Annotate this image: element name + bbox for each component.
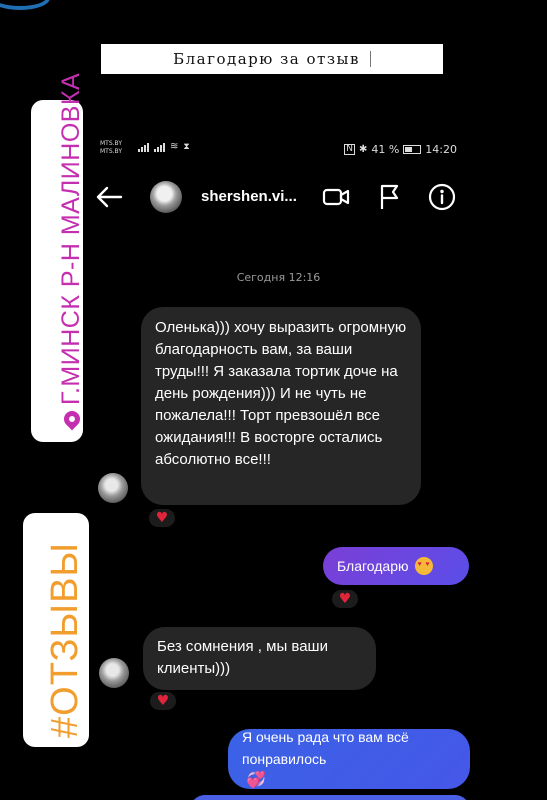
wifi-icon: ≋ bbox=[170, 141, 179, 152]
nfc-icon: N bbox=[344, 144, 355, 155]
story-title-banner: Благодарю за отзыв bbox=[101, 44, 443, 74]
flag-icon[interactable] bbox=[374, 182, 404, 212]
location-text: Г.МИНСК Р-Н МАЛИНОВКА bbox=[57, 72, 85, 405]
contact-username[interactable]: shershen.vi... bbox=[201, 188, 297, 205]
incoming-message[interactable]: Оленька))) хочу выразить огромную благод… bbox=[141, 307, 421, 505]
status-bar: MTS.BY MTS.BY ≋ ⧗ N ✱ 41 % 14:20 bbox=[100, 138, 465, 162]
incoming-message[interactable]: Без сомнения , мы ваши клиенты))) bbox=[143, 627, 376, 690]
contact-avatar[interactable] bbox=[150, 181, 182, 213]
status-right: N ✱ 41 % 14:20 bbox=[344, 143, 457, 156]
chat-header: shershen.vi... bbox=[90, 175, 470, 221]
heart-reaction-icon[interactable]: ♥ bbox=[147, 507, 177, 529]
carrier-1: MTS.BY bbox=[100, 140, 123, 147]
heart-reaction-icon[interactable]: ♥ bbox=[330, 588, 360, 610]
hourglass-icon: ⧗ bbox=[183, 142, 190, 152]
heart-reaction-icon[interactable]: ♥ bbox=[148, 690, 178, 712]
clock: 14:20 bbox=[425, 143, 457, 156]
bluetooth-icon: ✱ bbox=[358, 144, 368, 155]
contact-avatar-small[interactable] bbox=[98, 473, 128, 503]
heart-emoji-icon: 💞 bbox=[246, 772, 266, 789]
outgoing-message-text: Благодарю bbox=[337, 558, 409, 574]
outgoing-message[interactable]: Я очень рада что вам всё понравилось 💞 bbox=[228, 729, 470, 789]
location-sticker-label: Г.МИНСК Р-Н МАЛИНОВКА bbox=[57, 72, 86, 431]
location-pin-icon bbox=[60, 407, 83, 431]
video-call-icon[interactable] bbox=[321, 182, 351, 212]
battery-icon bbox=[403, 145, 422, 154]
hashtag-text: #ОТЗЫВЫ bbox=[44, 541, 86, 738]
carrier-2: MTS.BY bbox=[100, 148, 123, 155]
message-date: Сегодня 12:16 bbox=[236, 271, 321, 284]
signal-icons: ≋ ⧗ bbox=[138, 142, 190, 152]
battery-percent: 41 % bbox=[371, 143, 400, 156]
outgoing-message[interactable]: Благодарю bbox=[323, 547, 469, 585]
back-arrow-icon[interactable] bbox=[94, 183, 124, 211]
smiling-face-with-hearts-icon bbox=[414, 557, 433, 575]
top-arc-decoration bbox=[0, 0, 50, 10]
text-cursor bbox=[369, 51, 371, 67]
contact-avatar-small[interactable] bbox=[99, 658, 129, 688]
carrier-labels: MTS.BY MTS.BY bbox=[100, 140, 122, 156]
signal-icon bbox=[154, 143, 165, 152]
story-title-text: Благодарю за отзыв bbox=[173, 50, 360, 68]
outgoing-message-partial[interactable] bbox=[190, 795, 470, 800]
info-icon[interactable] bbox=[427, 182, 457, 212]
signal-icon bbox=[138, 143, 149, 152]
outgoing-message-text: Я очень рада что вам всё понравилось bbox=[242, 729, 409, 767]
